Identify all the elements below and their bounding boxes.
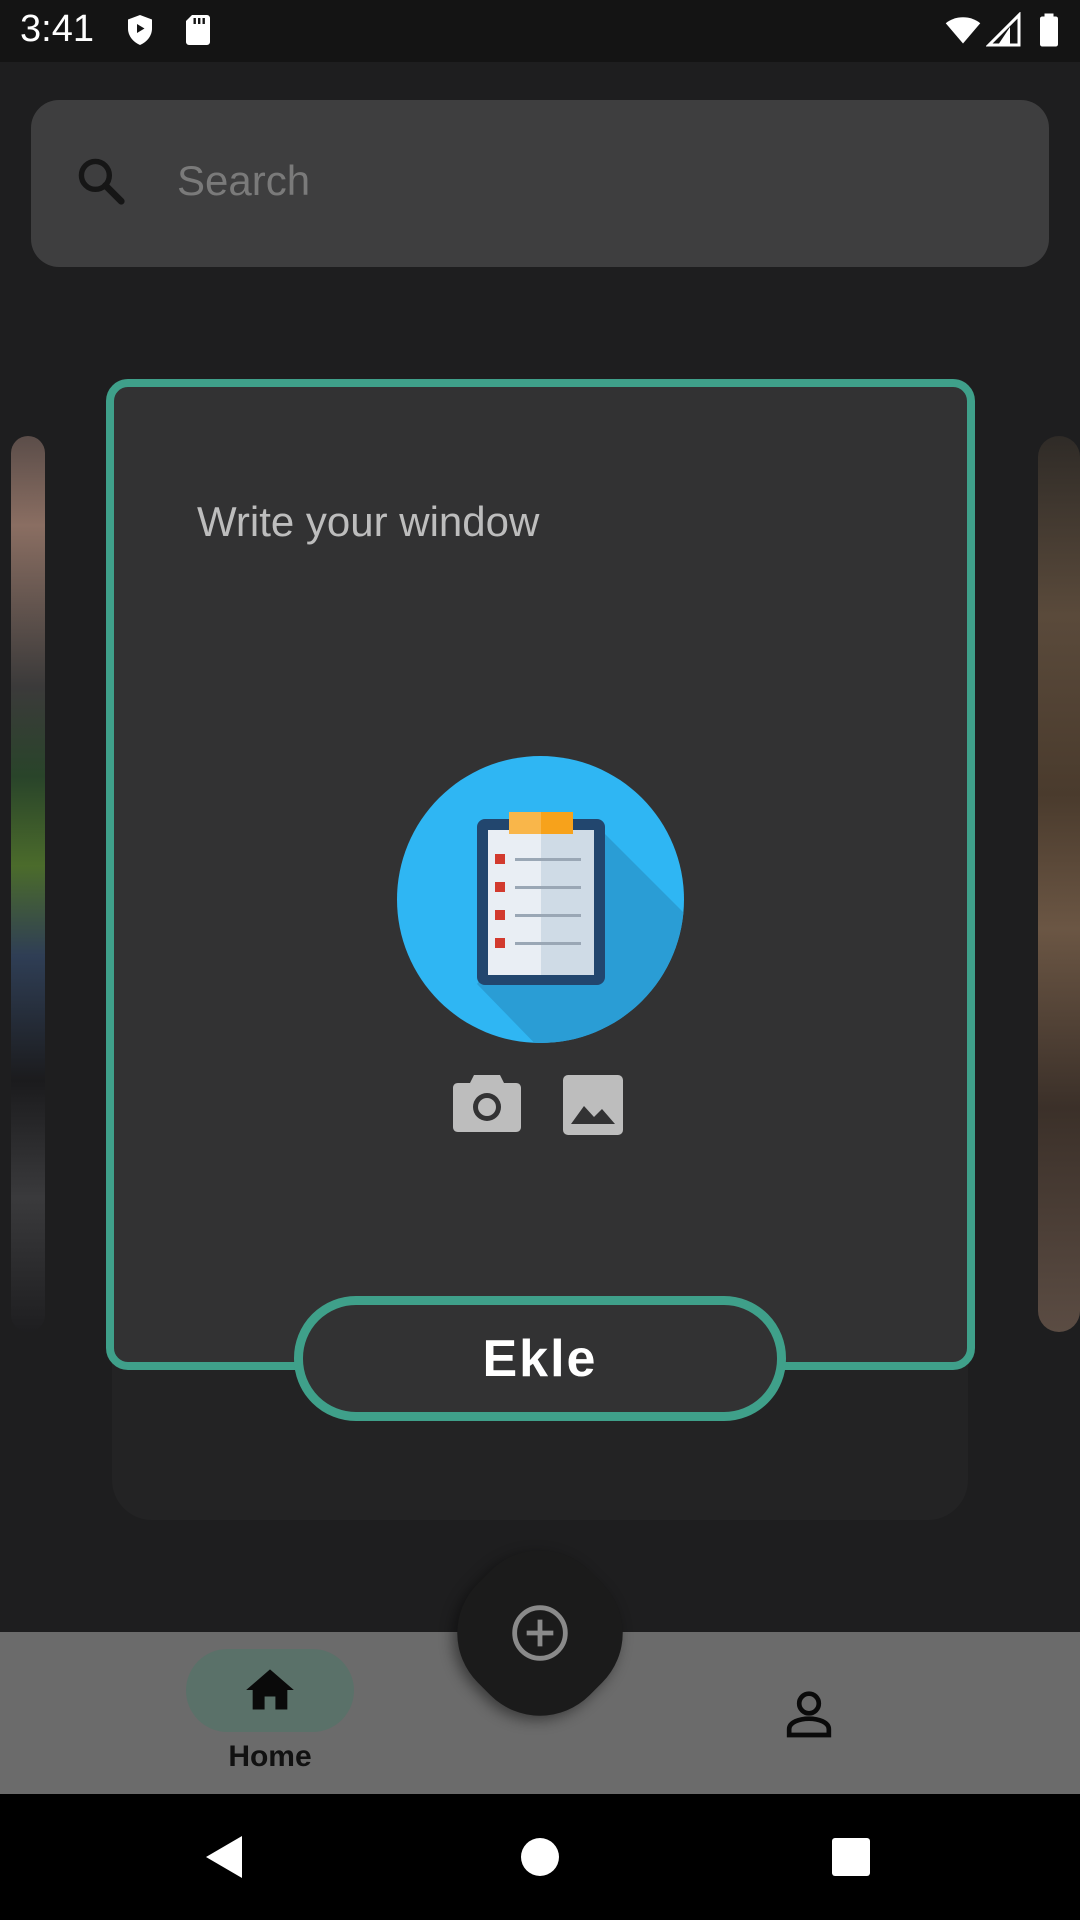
screen: 3:41 Search Write your window Ekle Home [0,0,1080,1920]
carousel-card-left[interactable] [11,436,45,1332]
back-icon[interactable] [204,1834,244,1880]
wifi-icon [945,17,981,44]
camera-icon[interactable] [452,1069,522,1135]
shield-icon [128,15,152,45]
cellular-signal-icon [986,12,1021,47]
add-circle-icon[interactable] [508,1601,572,1665]
battery-icon [1040,13,1058,47]
carousel-card-right[interactable] [1038,436,1080,1332]
search-icon [78,158,125,205]
clipboard-checklist-icon [397,756,684,1043]
person-icon[interactable] [781,1686,837,1742]
ekle-button[interactable]: Ekle [294,1296,786,1421]
image-icon[interactable] [562,1074,624,1136]
window-text-input[interactable]: Write your window [197,498,539,546]
search-input-placeholder[interactable]: Search [177,157,310,205]
status-time: 3:41 [20,8,94,50]
home-icon[interactable] [244,1664,296,1716]
nav-home-label[interactable]: Home [186,1740,354,1774]
status-bar: 3:41 [0,0,1080,62]
sd-card-icon [186,15,210,45]
recents-icon[interactable] [831,1837,871,1877]
home-circle-icon[interactable] [520,1837,560,1877]
